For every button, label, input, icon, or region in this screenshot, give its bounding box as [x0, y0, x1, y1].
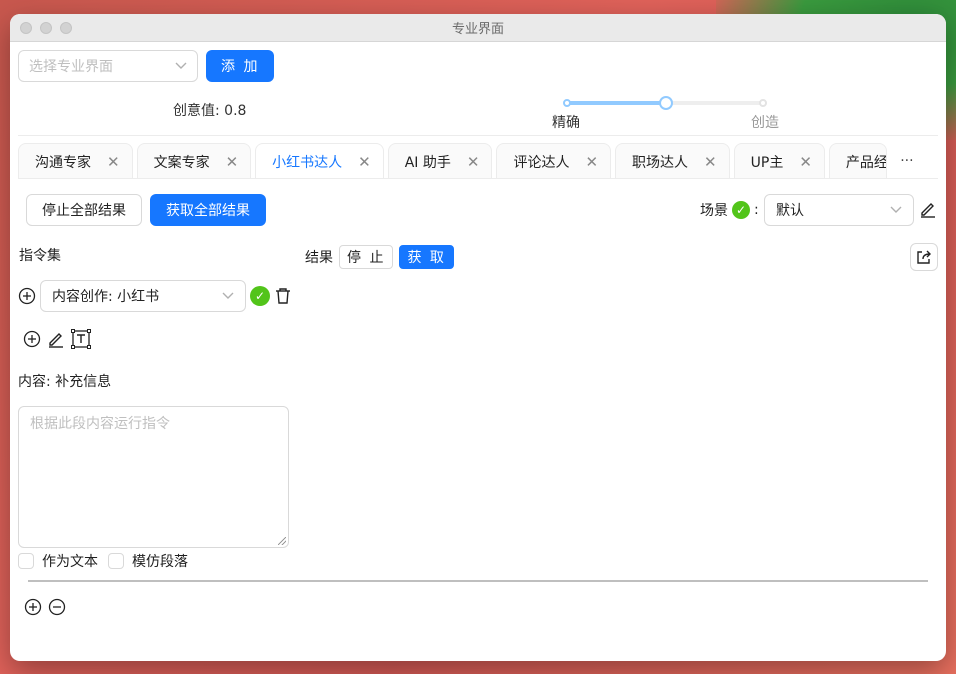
- slider-handle[interactable]: [659, 96, 673, 110]
- tab-label: 文案专家: [153, 154, 210, 171]
- plus-circle-icon[interactable]: [23, 330, 41, 348]
- slider-track: [565, 101, 665, 105]
- chevron-down-icon: [175, 59, 187, 73]
- chevron-down-icon: [890, 203, 902, 217]
- as-text-checkbox[interactable]: 作为文本: [18, 551, 98, 571]
- tab-1[interactable]: 文案专家 ✕: [136, 143, 252, 179]
- delete-icon[interactable]: [274, 287, 292, 305]
- close-icon[interactable]: ✕: [107, 153, 120, 171]
- close-icon[interactable]: ✕: [226, 153, 239, 171]
- resize-handle[interactable]: [278, 537, 286, 545]
- minus-circle-icon[interactable]: [48, 598, 66, 616]
- scene-colon: :: [754, 202, 759, 218]
- tab-label: 沟通专家: [35, 154, 91, 171]
- checkbox-box[interactable]: [18, 553, 34, 569]
- plus-circle-icon[interactable]: [18, 287, 36, 305]
- tab-2[interactable]: 小红书达人 ✕: [255, 143, 384, 179]
- add-button[interactable]: 添 加: [206, 50, 275, 82]
- close-icon[interactable]: ✕: [358, 153, 371, 171]
- chevron-down-icon: [222, 289, 234, 303]
- imitate-label: 模仿段落: [132, 554, 188, 570]
- tab-label: 产品经: [845, 154, 887, 171]
- scene-label-group: 场景 ✓ :: [700, 200, 759, 220]
- check-circle-icon: ✓: [250, 286, 270, 306]
- share-icon: [915, 248, 933, 266]
- tab-5[interactable]: 职场达人 ✕: [615, 143, 730, 179]
- scene-select-value: 默认: [776, 203, 804, 219]
- close-icon[interactable]: ✕: [585, 153, 598, 171]
- get-all-button[interactable]: 获取全部结果: [150, 194, 266, 226]
- slider-dot-start: [563, 99, 571, 107]
- section-divider: [28, 580, 928, 582]
- check-circle-icon: ✓: [732, 201, 750, 219]
- tab-label: 评论达人: [513, 154, 570, 171]
- instruction-set-label: 指令集: [19, 248, 61, 264]
- result-stop-button[interactable]: 停 止: [339, 245, 394, 269]
- share-button[interactable]: [910, 243, 938, 271]
- profession-select-placeholder: 选择专业界面: [29, 59, 113, 75]
- tabs-divider: [18, 178, 938, 179]
- tab-bar: 沟通专家 ✕ 文案专家 ✕ 小红书达人 ✕ AI 助手 ✕ 评论达人 ✕ 职场达…: [18, 143, 940, 179]
- textarea-placeholder: 根据此段内容运行指令: [30, 416, 170, 432]
- close-icon[interactable]: ✕: [467, 153, 480, 171]
- text-box-icon[interactable]: [71, 329, 91, 349]
- result-controls: 结果 停 止 获 取: [305, 245, 454, 269]
- zoom-window-button[interactable]: [60, 22, 72, 34]
- checkbox-box[interactable]: [108, 553, 124, 569]
- plus-circle-icon[interactable]: [24, 598, 42, 616]
- window-controls: [20, 22, 72, 34]
- slider-mark-creative: 创造: [751, 115, 779, 131]
- tab-6[interactable]: UP主 ✕: [733, 143, 825, 179]
- close-icon[interactable]: ✕: [704, 153, 717, 171]
- close-window-button[interactable]: [20, 22, 32, 34]
- tab-4[interactable]: 评论达人 ✕: [496, 143, 612, 179]
- edit-icon[interactable]: [47, 330, 65, 348]
- tab-7[interactable]: 产品经: [828, 143, 887, 179]
- tab-3[interactable]: AI 助手 ✕: [387, 143, 493, 179]
- content-textarea[interactable]: 根据此段内容运行指令: [18, 406, 289, 548]
- close-icon[interactable]: ✕: [799, 153, 812, 171]
- tab-more-button[interactable]: ···: [891, 143, 923, 179]
- tab-label: UP主: [750, 154, 784, 171]
- as-text-label: 作为文本: [42, 554, 98, 570]
- title-bar: 专业界面: [10, 14, 946, 42]
- tab-0[interactable]: 沟通专家 ✕: [18, 143, 133, 179]
- tab-label: 职场达人: [632, 154, 689, 171]
- slider-dot-end: [759, 99, 767, 107]
- profession-select[interactable]: 选择专业界面: [18, 50, 198, 82]
- command-select[interactable]: 内容创作: 小红书: [40, 280, 246, 312]
- minimize-window-button[interactable]: [40, 22, 52, 34]
- slider-mark-precise: 精确: [552, 115, 580, 131]
- edit-icon[interactable]: [919, 200, 937, 218]
- result-label: 结果: [305, 250, 333, 266]
- tab-label: 小红书达人: [272, 154, 343, 171]
- imitate-checkbox[interactable]: 模仿段落: [108, 551, 188, 571]
- content-label: 内容: 补充信息: [18, 374, 112, 390]
- scene-label: 场景: [700, 203, 728, 219]
- creativity-label: 创意值: 0.8: [173, 103, 247, 119]
- divider: [18, 135, 938, 136]
- scene-select[interactable]: 默认: [764, 194, 914, 226]
- stop-all-button[interactable]: 停止全部结果: [26, 194, 142, 226]
- command-select-value: 内容创作: 小红书: [52, 289, 160, 305]
- tab-label: AI 助手: [404, 154, 451, 171]
- window-title: 专业界面: [451, 22, 504, 37]
- creativity-slider[interactable]: [563, 96, 769, 110]
- result-get-button[interactable]: 获 取: [399, 245, 454, 269]
- app-window: 专业界面 选择专业界面 添 加 创意值: 0.8 精确 创造 沟通专家 ✕ 文案…: [10, 14, 946, 661]
